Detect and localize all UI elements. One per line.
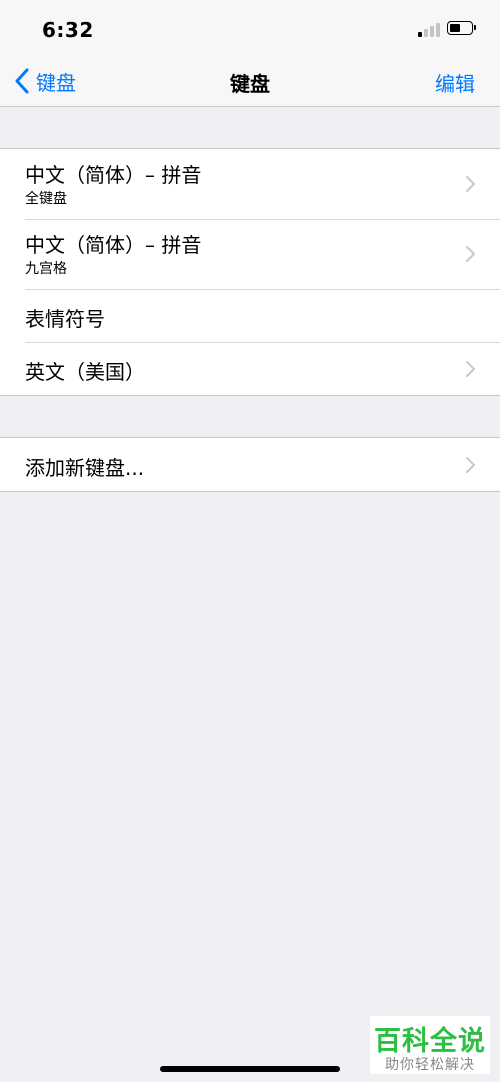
navigation-bar: 键盘 键盘 编辑 [0,56,500,107]
keyboard-item-subtitle: 九宫格 [25,261,67,277]
keyboard-item-title: 英文（美国） [25,360,145,384]
watermark-sub-text: 助你轻松解决 [385,1057,475,1073]
watermark-main-text: 百科全说 [374,1026,486,1057]
battery-icon [447,21,476,35]
keyboard-item-title: 中文（简体）– 拼音 [25,163,202,187]
status-bar: 6:32 [0,0,500,56]
keyboard-item-pinyin-9key[interactable]: 中文（简体）– 拼音 九宫格 [0,219,500,289]
add-new-keyboard-label: 添加新键盘... [25,456,145,480]
keyboard-item-title: 表情符号 [25,307,105,331]
chevron-right-icon [466,246,475,262]
chevron-right-icon [466,361,475,377]
edit-button[interactable]: 编辑 [435,68,475,97]
chevron-right-icon [466,176,475,192]
add-keyboard-section: 添加新键盘... [0,437,500,492]
keyboard-item-emoji[interactable]: 表情符号 [0,289,500,342]
keyboard-item-title: 中文（简体）– 拼音 [25,233,202,257]
add-new-keyboard-button[interactable]: 添加新键盘... [0,438,500,491]
keyboards-list: 中文（简体）– 拼音 全键盘 中文（简体）– 拼音 九宫格 表情符号 英文（美国… [0,148,500,396]
home-indicator[interactable] [160,1066,340,1072]
page-title: 键盘 [230,72,270,96]
keyboard-item-subtitle: 全键盘 [25,191,67,207]
status-time: 6:32 [42,18,94,42]
battery-fill [450,24,460,32]
keyboard-item-pinyin-full[interactable]: 中文（简体）– 拼音 全键盘 [0,149,500,219]
chevron-right-icon [466,457,475,473]
cellular-signal-icon [418,21,440,37]
watermark-logo: 百科全说 助你轻松解决 [370,1016,490,1074]
keyboard-item-english-us[interactable]: 英文（美国） [0,342,500,395]
